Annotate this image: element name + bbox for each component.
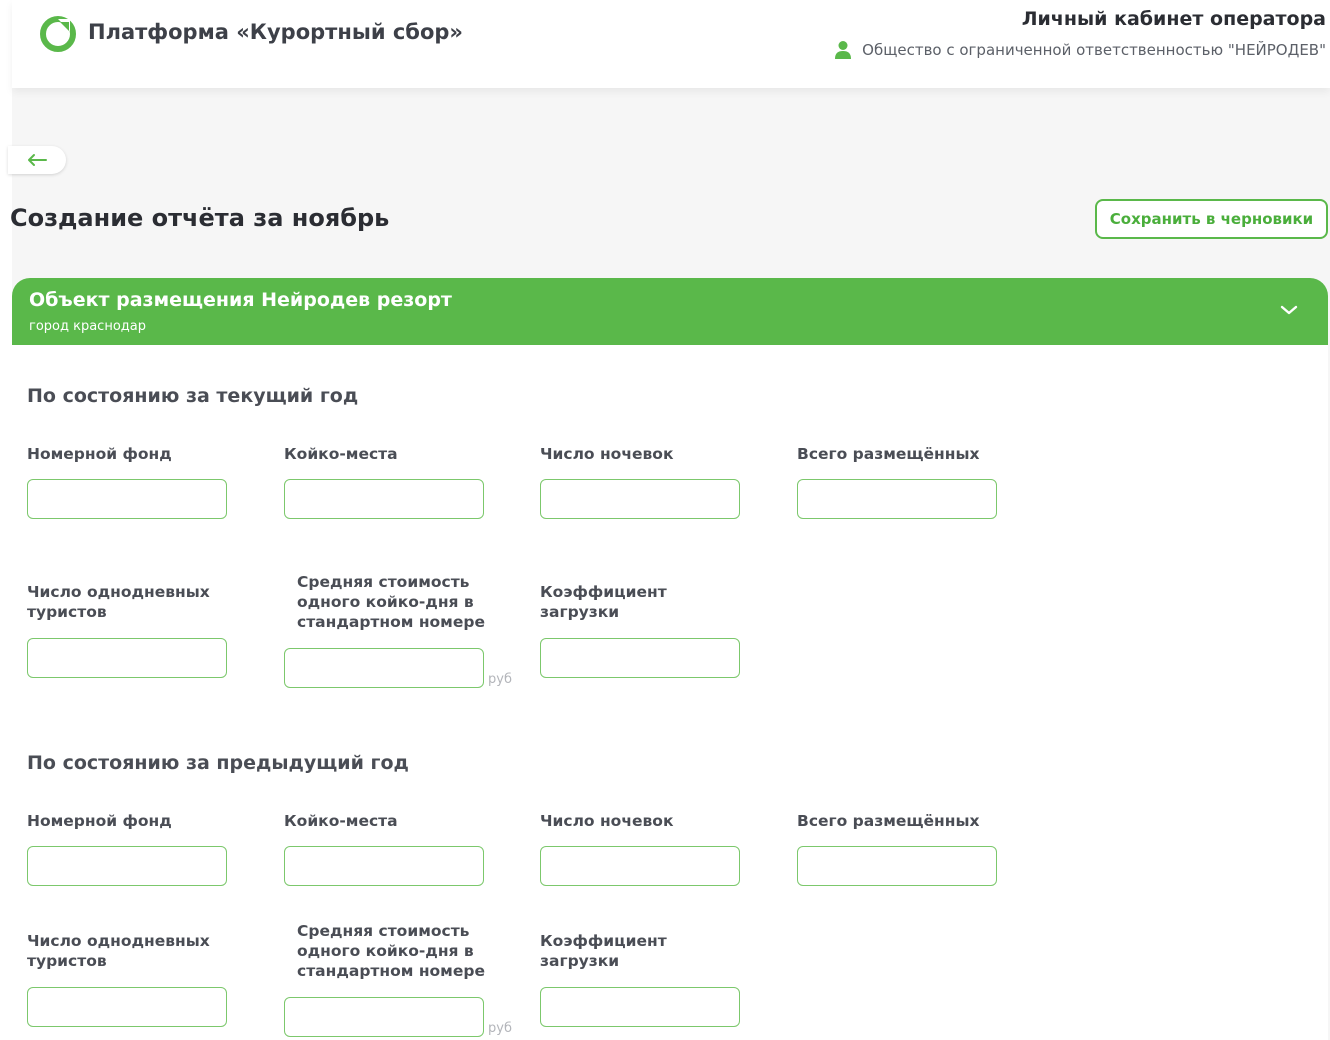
label-avg-cost-prev: Средняя стоимость одного койко-дня в ста… bbox=[297, 922, 485, 980]
arrow-left-icon bbox=[28, 154, 47, 166]
label-total-placed-prev: Всего размещённых bbox=[797, 812, 980, 830]
avg-cost-input[interactable] bbox=[284, 648, 484, 688]
load-factor-prev-input[interactable] bbox=[540, 987, 740, 1027]
top-bar: Платформа «Курортный сбор» Личный кабине… bbox=[12, 0, 1330, 88]
total-placed-prev-input[interactable] bbox=[797, 846, 997, 886]
user-icon bbox=[835, 41, 852, 59]
avg-cost-prev-input[interactable] bbox=[284, 997, 484, 1037]
day-tourists-prev-input[interactable] bbox=[27, 987, 227, 1027]
label-room-fund-prev: Номерной фонд bbox=[27, 812, 172, 830]
total-placed-input[interactable] bbox=[797, 479, 997, 519]
label-avg-cost: Средняя стоимость одного койко-дня в ста… bbox=[297, 573, 485, 631]
label-beds: Койко-места bbox=[284, 445, 398, 463]
chevron-down-icon[interactable] bbox=[1280, 304, 1298, 316]
save-draft-button[interactable]: Сохранить в черновики bbox=[1095, 199, 1328, 239]
room-fund-prev-input[interactable] bbox=[27, 846, 227, 886]
brand-title: Платформа «Курортный сбор» bbox=[88, 20, 463, 44]
avg-cost-unit: руб bbox=[488, 672, 512, 687]
nights-prev-input[interactable] bbox=[540, 846, 740, 886]
label-beds-prev: Койко-места bbox=[284, 812, 398, 830]
label-total-placed: Всего размещённых bbox=[797, 445, 980, 463]
label-nights-prev: Число ночевок bbox=[540, 812, 674, 830]
section-title-current-year: По состоянию за текущий год bbox=[27, 385, 359, 407]
beds-prev-input[interactable] bbox=[284, 846, 484, 886]
organization-name: Общество с ограниченной ответственностью… bbox=[862, 41, 1326, 59]
day-tourists-input[interactable] bbox=[27, 638, 227, 678]
organization-info[interactable]: Общество с ограниченной ответственностью… bbox=[834, 40, 1326, 60]
label-load-factor: Коэффициент загрузки bbox=[540, 583, 667, 621]
avg-cost-prev-unit: руб bbox=[488, 1021, 512, 1036]
back-button[interactable] bbox=[8, 146, 66, 174]
label-day-tourists-prev: Число однодневных туристов bbox=[27, 932, 210, 970]
page-title: Создание отчёта за ноябрь bbox=[10, 204, 390, 232]
label-load-factor-prev: Коэффициент загрузки bbox=[540, 932, 667, 970]
label-room-fund: Номерной фонд bbox=[27, 445, 172, 463]
logo-icon[interactable] bbox=[40, 16, 76, 52]
section-title-previous-year: По состоянию за предыдущий год bbox=[27, 752, 409, 774]
load-factor-input[interactable] bbox=[540, 638, 740, 678]
beds-input[interactable] bbox=[284, 479, 484, 519]
label-nights: Число ночевок bbox=[540, 445, 674, 463]
room-fund-input[interactable] bbox=[27, 479, 227, 519]
object-city: город краснодар bbox=[29, 319, 146, 334]
cabinet-title: Личный кабинет оператора bbox=[1021, 8, 1326, 30]
object-header[interactable]: Объект размещения Нейродев резорт город … bbox=[12, 278, 1328, 345]
object-title: Объект размещения Нейродев резорт bbox=[29, 289, 452, 311]
label-day-tourists: Число однодневных туристов bbox=[27, 583, 210, 621]
nights-input[interactable] bbox=[540, 479, 740, 519]
